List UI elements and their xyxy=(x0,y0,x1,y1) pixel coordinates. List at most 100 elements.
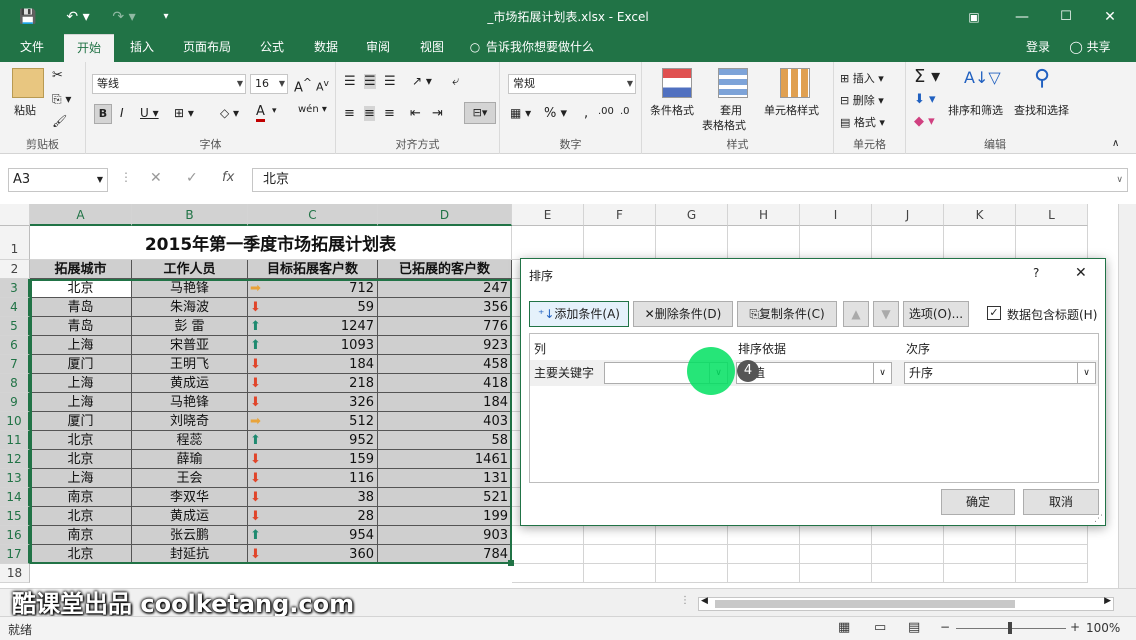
font-color-icon[interactable]: A xyxy=(256,104,265,122)
minimize-icon[interactable]: — xyxy=(1010,0,1034,34)
empty-cell[interactable] xyxy=(584,545,656,564)
zoom-in-icon[interactable]: + xyxy=(1070,620,1080,634)
format-table-label-1[interactable]: 套用 xyxy=(720,102,742,118)
row-header[interactable]: 7 xyxy=(0,355,30,374)
sheet-title-cell[interactable]: 2015年第一季度市场拓展计划表 xyxy=(30,226,512,260)
empty-cell[interactable] xyxy=(656,545,728,564)
empty-cell[interactable] xyxy=(656,526,728,545)
comma-style-icon[interactable]: , xyxy=(584,106,588,121)
empty-cell[interactable] xyxy=(1016,226,1088,260)
tab-insert[interactable]: 插入 xyxy=(120,34,164,62)
autosum-icon[interactable]: Σ ▾ xyxy=(914,66,940,87)
decrease-indent-icon[interactable]: ⇤ xyxy=(410,106,421,121)
formula-bar-handle[interactable]: ⋮ xyxy=(120,170,132,184)
tab-split-handle[interactable]: ⋮ xyxy=(680,595,690,606)
delete-level-button[interactable]: ✕删除条件(D) xyxy=(633,301,733,327)
font-color-dropdown-icon[interactable]: ▾ xyxy=(272,106,277,116)
italic-icon[interactable]: I xyxy=(120,106,124,120)
maximize-icon[interactable]: ☐ xyxy=(1054,0,1078,34)
paste-button[interactable]: 粘贴 xyxy=(14,102,36,118)
align-top-icon[interactable]: ☰ xyxy=(344,74,356,89)
currency-icon[interactable]: ▦ ▾ xyxy=(510,106,531,120)
align-middle-icon[interactable]: ☰ xyxy=(364,74,376,89)
login-link[interactable]: 登录 xyxy=(1020,34,1056,62)
delete-cells-button[interactable]: ⊟ 删除 ▾ xyxy=(840,92,884,108)
resize-grip-icon[interactable]: ⋰ xyxy=(1094,514,1103,524)
column-header-b[interactable]: B xyxy=(132,204,248,226)
page-break-view-icon[interactable]: ▤ xyxy=(908,620,920,635)
empty-cell[interactable] xyxy=(944,226,1016,260)
empty-cell[interactable] xyxy=(944,545,1016,564)
empty-cell[interactable] xyxy=(944,526,1016,545)
enter-icon[interactable]: ✓ xyxy=(186,170,198,186)
name-box[interactable]: A3 ▼ xyxy=(8,168,108,192)
increase-indent-icon[interactable]: ⇥ xyxy=(432,106,443,121)
options-button[interactable]: 选项(O)... xyxy=(903,301,969,327)
column-header-h[interactable]: H xyxy=(728,204,800,226)
sort-on-select[interactable]: 数值∨ xyxy=(736,362,892,384)
column-header-c[interactable]: C xyxy=(248,204,378,226)
empty-cell[interactable] xyxy=(872,226,944,260)
align-center-icon[interactable]: ≡ xyxy=(364,106,375,121)
tab-view[interactable]: 视图 xyxy=(410,34,454,62)
select-all-corner[interactable] xyxy=(0,204,30,226)
row-header[interactable]: 17 xyxy=(0,545,30,564)
row-header[interactable]: 11 xyxy=(0,431,30,450)
row-header[interactable]: 16 xyxy=(0,526,30,545)
column-header-e[interactable]: E xyxy=(512,204,584,226)
row-header[interactable]: 2 xyxy=(0,260,30,279)
tell-me-box[interactable]: 告诉我你想要做什么 xyxy=(486,34,604,62)
cell-styles-icon[interactable] xyxy=(780,68,810,98)
empty-cell[interactable] xyxy=(728,526,800,545)
zoom-level[interactable]: 100% xyxy=(1086,621,1120,635)
header-cell[interactable]: 目标拓展客户数 xyxy=(248,260,378,279)
format-cells-button[interactable]: ▤ 格式 ▾ xyxy=(840,114,885,130)
orientation-icon[interactable]: ↗ ▾ xyxy=(412,74,432,88)
empty-cell[interactable] xyxy=(800,564,872,583)
border-icon[interactable]: ⊞ ▾ xyxy=(174,106,194,120)
row-header[interactable]: 13 xyxy=(0,469,30,488)
row-header[interactable]: 14 xyxy=(0,488,30,507)
conditional-format-button[interactable]: 条件格式 xyxy=(650,102,694,118)
tab-page-layout[interactable]: 页面布局 xyxy=(174,34,240,62)
header-cell[interactable]: 已拓展的客户数 xyxy=(378,260,512,279)
empty-cell[interactable] xyxy=(656,226,728,260)
page-layout-view-icon[interactable]: ▭ xyxy=(874,620,886,635)
formula-input[interactable]: 北京 ∨ xyxy=(252,168,1128,192)
scroll-right-icon[interactable]: ▶ xyxy=(1104,596,1111,606)
percent-icon[interactable]: % ▾ xyxy=(544,106,567,121)
copy-icon[interactable]: ⎘ ▾ xyxy=(52,92,71,107)
align-right-icon[interactable]: ≡ xyxy=(384,106,395,121)
horizontal-scrollbar[interactable]: ◀ ▶ xyxy=(698,596,1114,611)
empty-cell[interactable] xyxy=(1016,545,1088,564)
empty-cell[interactable] xyxy=(872,545,944,564)
empty-cell[interactable] xyxy=(800,226,872,260)
wrap-text-icon[interactable]: ⤶ xyxy=(452,74,459,89)
find-select-button[interactable]: 查找和选择 xyxy=(1014,102,1069,118)
column-header-g[interactable]: G xyxy=(656,204,728,226)
row-header[interactable]: 1 xyxy=(0,226,30,260)
tab-file[interactable]: 文件 xyxy=(8,34,56,62)
row-header[interactable]: 18 xyxy=(0,564,30,583)
zoom-slider-thumb[interactable] xyxy=(1008,622,1012,634)
collapse-ribbon-icon[interactable]: ∧ xyxy=(1112,138,1119,149)
row-header[interactable]: 3 xyxy=(0,279,30,298)
empty-cell[interactable] xyxy=(512,526,584,545)
column-header-j[interactable]: J xyxy=(872,204,944,226)
empty-cell[interactable] xyxy=(872,564,944,583)
sort-filter-button[interactable]: 排序和筛选 xyxy=(948,102,1003,118)
ok-button[interactable]: 确定 xyxy=(941,489,1015,515)
help-icon[interactable]: ? xyxy=(1033,266,1039,280)
column-header-f[interactable]: F xyxy=(584,204,656,226)
cut-icon[interactable]: ✂ xyxy=(52,68,63,83)
share-button[interactable]: ◯ 共享 xyxy=(1064,34,1116,62)
fill-handle[interactable] xyxy=(508,560,514,566)
move-down-icon[interactable]: ▼ xyxy=(873,301,899,327)
close-window-icon[interactable]: ✕ xyxy=(1098,0,1122,34)
scroll-thumb[interactable] xyxy=(715,600,1015,608)
conditional-format-icon[interactable] xyxy=(662,68,692,98)
header-cell[interactable]: 工作人员 xyxy=(132,260,248,279)
find-select-icon[interactable]: ⚲ xyxy=(1034,66,1050,91)
empty-cell[interactable] xyxy=(800,545,872,564)
header-checkbox[interactable]: ✓ xyxy=(987,306,1001,320)
